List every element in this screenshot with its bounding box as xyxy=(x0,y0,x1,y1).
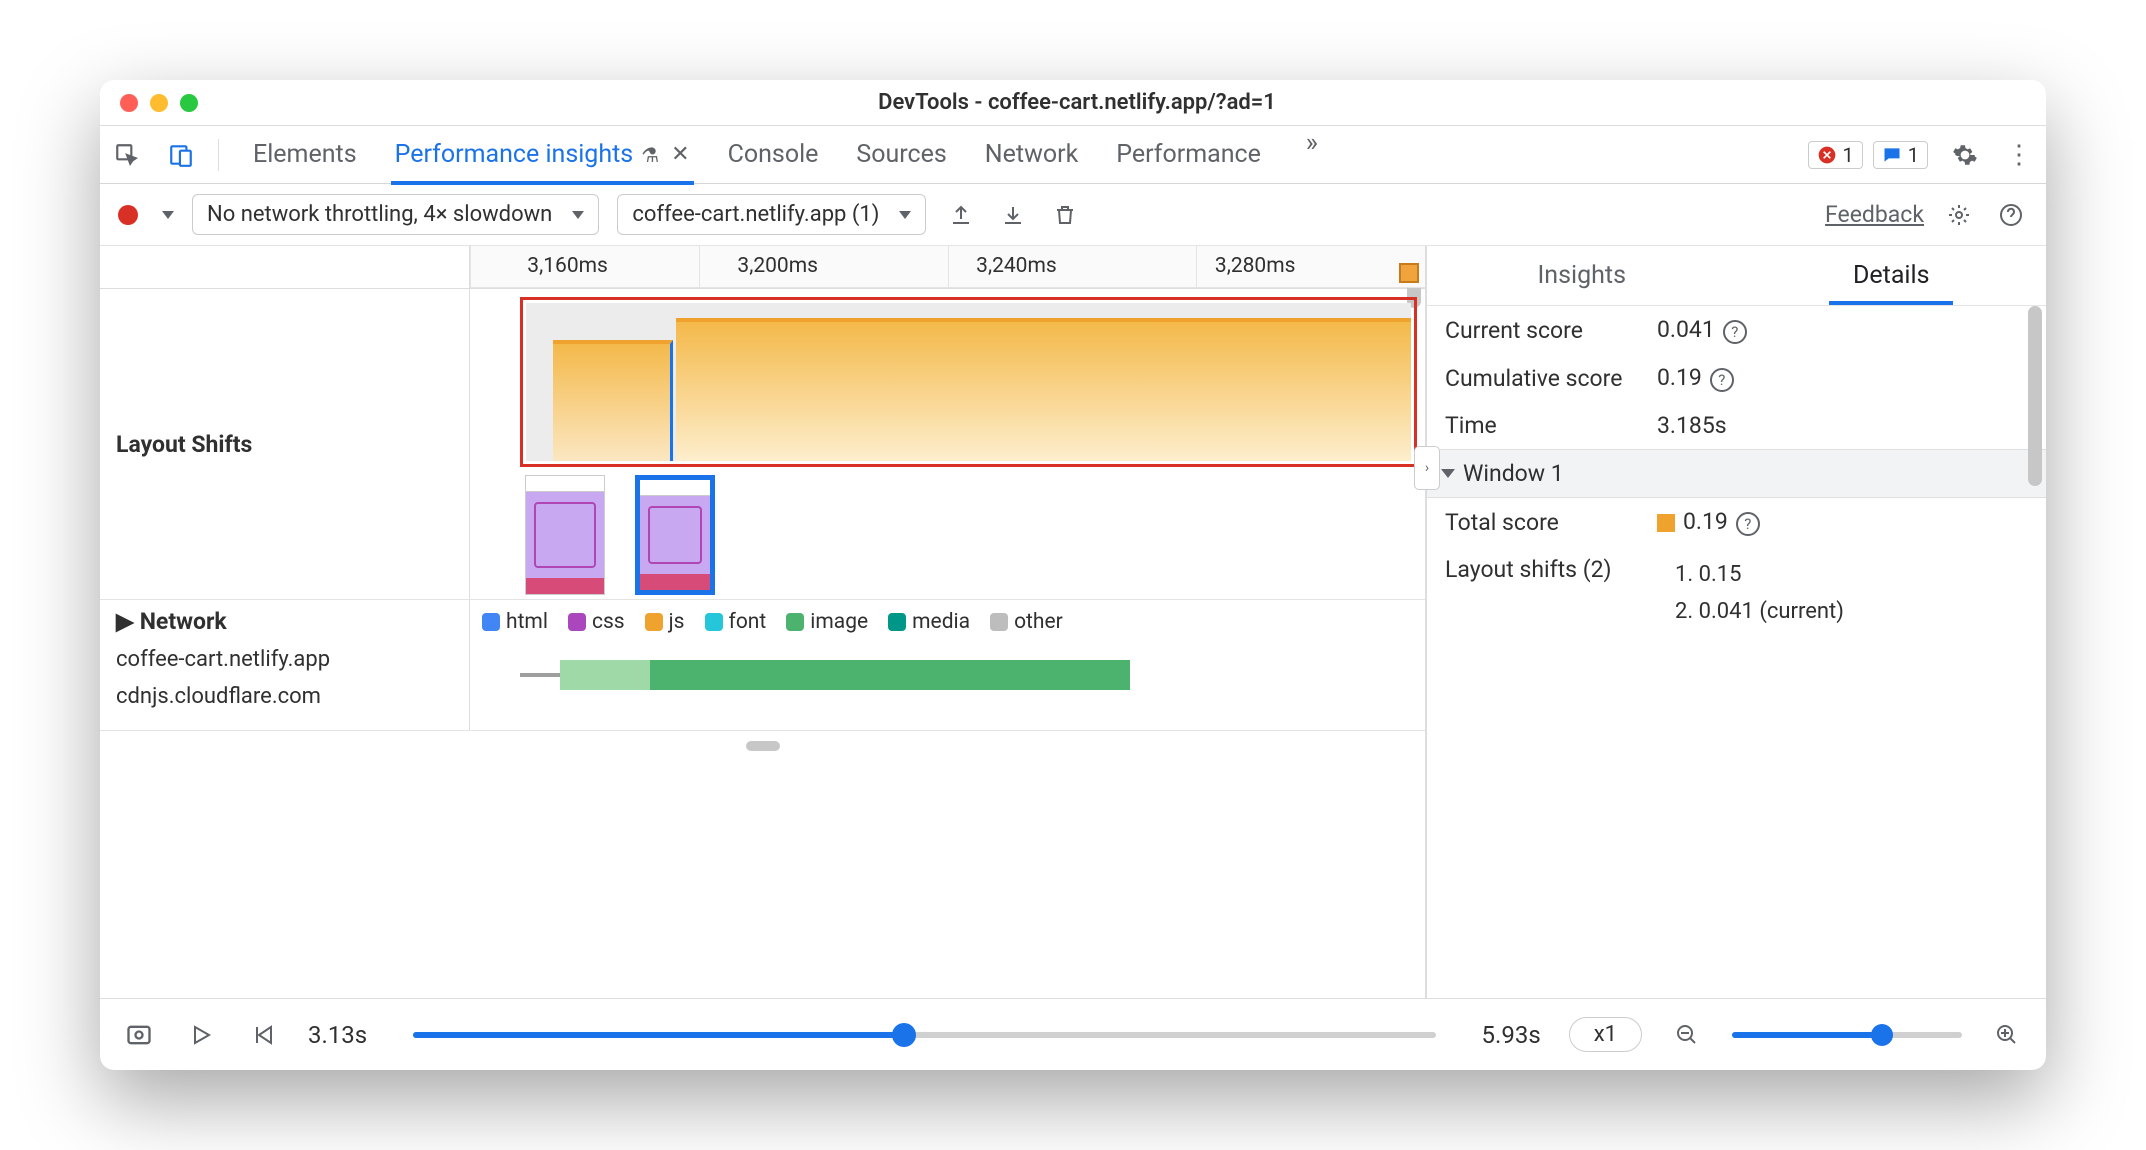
error-count-badge[interactable]: 1 xyxy=(1808,141,1863,169)
panel-scrollbar[interactable] xyxy=(2028,306,2042,486)
help-icon[interactable]: ? xyxy=(1736,512,1760,536)
collapse-triangle-icon xyxy=(1441,469,1455,478)
panel-collapse-handle[interactable]: › xyxy=(1414,446,1440,490)
network-section-label[interactable]: ▶ Network xyxy=(116,608,227,635)
window-title: DevTools - coffee-cart.netlify.app/?ad=1 xyxy=(198,90,1956,115)
total-score-value: 0.19 xyxy=(1683,508,1728,535)
throttling-select[interactable]: No network throttling, 4× slowdown xyxy=(192,194,599,235)
tick-label: 3,200ms xyxy=(737,254,818,278)
close-tab-icon[interactable]: ✕ xyxy=(671,142,689,167)
help-icon[interactable]: ? xyxy=(1710,368,1734,392)
tab-elements[interactable]: Elements xyxy=(249,126,361,184)
window-section-header[interactable]: Window 1 xyxy=(1427,449,2046,498)
zoom-slider[interactable] xyxy=(1732,1032,1962,1038)
kebab-menu-icon[interactable]: ⋮ xyxy=(2002,138,2036,172)
rewind-icon[interactable] xyxy=(246,1018,280,1052)
details-tab[interactable]: Details xyxy=(1737,246,2047,305)
legend-swatch-html xyxy=(482,613,500,631)
delete-icon[interactable] xyxy=(1048,198,1082,232)
shift-item[interactable]: 1. 0.15 xyxy=(1657,556,1862,593)
insights-tab[interactable]: Insights xyxy=(1427,246,1737,305)
devtools-tabs: Elements Performance insights ⚗ ✕ Consol… xyxy=(100,126,2046,184)
device-toggle-icon[interactable] xyxy=(164,138,198,172)
close-window-icon[interactable] xyxy=(120,94,138,112)
help-icon[interactable] xyxy=(1994,198,2028,232)
legend-swatch-js xyxy=(645,613,663,631)
record-dropdown-icon[interactable] xyxy=(162,211,174,219)
cumulative-score-value: 0.19 xyxy=(1657,364,1702,391)
minimize-window-icon[interactable] xyxy=(150,94,168,112)
layout-shifts-track[interactable] xyxy=(470,289,1425,599)
screenshot-thumb[interactable] xyxy=(525,475,605,595)
legend-swatch-font xyxy=(705,613,723,631)
viewport-icon[interactable] xyxy=(122,1018,156,1052)
feedback-link[interactable]: Feedback xyxy=(1825,201,1924,228)
titlebar: DevTools - coffee-cart.netlify.app/?ad=1 xyxy=(100,80,2046,126)
network-request-bar[interactable] xyxy=(520,660,1130,690)
maximize-window-icon[interactable] xyxy=(180,94,198,112)
cumulative-score-label: Cumulative score xyxy=(1445,365,1645,392)
cls-window-highlight[interactable] xyxy=(520,297,1417,467)
time-value: 3.185s xyxy=(1657,412,1727,439)
message-count-badge[interactable]: 1 xyxy=(1873,141,1928,169)
tick-label: 3,160ms xyxy=(527,254,608,278)
panel-settings-icon[interactable] xyxy=(1942,198,1976,232)
playback-footer: 3.13s 5.93s x1 xyxy=(100,998,2046,1070)
tab-performance[interactable]: Performance xyxy=(1112,126,1265,184)
panel-toolbar: No network throttling, 4× slowdown coffe… xyxy=(100,184,2046,246)
export-icon[interactable] xyxy=(944,198,978,232)
current-score-value: 0.041 xyxy=(1657,316,1715,343)
legend-swatch-css xyxy=(568,613,586,631)
play-icon[interactable] xyxy=(184,1018,218,1052)
horizontal-scrollbar[interactable] xyxy=(746,741,780,751)
window-controls xyxy=(100,94,198,112)
legend-swatch-other xyxy=(990,613,1008,631)
legend-swatch-media xyxy=(888,613,906,631)
legend-swatch-image xyxy=(786,613,804,631)
layout-shifts-label: Layout Shifts xyxy=(100,289,470,599)
score-swatch-icon xyxy=(1657,514,1675,532)
network-host[interactable]: coffee-cart.netlify.app xyxy=(116,647,330,672)
total-score-label: Total score xyxy=(1445,509,1645,536)
inspect-icon[interactable] xyxy=(110,138,144,172)
network-host[interactable]: cdnjs.cloudflare.com xyxy=(116,684,321,709)
settings-gear-icon[interactable] xyxy=(1948,138,1982,172)
tab-performance-insights[interactable]: Performance insights ⚗ ✕ xyxy=(391,126,694,184)
range-start: 3.13s xyxy=(308,1021,367,1049)
import-icon[interactable] xyxy=(996,198,1030,232)
record-button[interactable] xyxy=(118,205,138,225)
tick-label: 3,240ms xyxy=(976,254,1057,278)
range-end: 5.93s xyxy=(1482,1021,1541,1049)
more-tabs-icon[interactable]: » xyxy=(1295,126,1329,160)
zoom-out-icon[interactable] xyxy=(1670,1018,1704,1052)
time-ruler[interactable]: 3,160ms 3,200ms 3,240ms 3,280ms xyxy=(470,246,1425,288)
current-score-label: Current score xyxy=(1445,317,1645,344)
network-legend: html css js font image media other xyxy=(470,600,1425,644)
help-icon[interactable]: ? xyxy=(1723,320,1747,344)
zoom-in-icon[interactable] xyxy=(1990,1018,2024,1052)
experiment-icon: ⚗ xyxy=(641,143,659,167)
tab-sources[interactable]: Sources xyxy=(852,126,950,184)
tick-label: 3,280ms xyxy=(1215,254,1296,278)
time-range-slider[interactable] xyxy=(413,1032,1435,1038)
layout-shifts-count-label: Layout shifts (2) xyxy=(1445,556,1645,583)
timeline-area: 3,160ms 3,200ms 3,240ms 3,280ms Layout S… xyxy=(100,246,1426,998)
zoom-level[interactable]: x1 xyxy=(1569,1017,1642,1052)
cls-marker-icon[interactable] xyxy=(1399,263,1419,283)
screenshot-thumb-selected[interactable] xyxy=(635,475,715,595)
tab-console[interactable]: Console xyxy=(724,126,823,184)
shift-item[interactable]: 2. 0.041 (current) xyxy=(1657,593,1862,630)
tab-network[interactable]: Network xyxy=(981,126,1082,184)
time-label: Time xyxy=(1445,412,1645,439)
recording-select[interactable]: coffee-cart.netlify.app (1) xyxy=(617,194,926,235)
details-panel: › Insights Details Current score 0.041? … xyxy=(1426,246,2046,998)
expand-triangle-icon[interactable]: ▶ xyxy=(116,608,134,635)
